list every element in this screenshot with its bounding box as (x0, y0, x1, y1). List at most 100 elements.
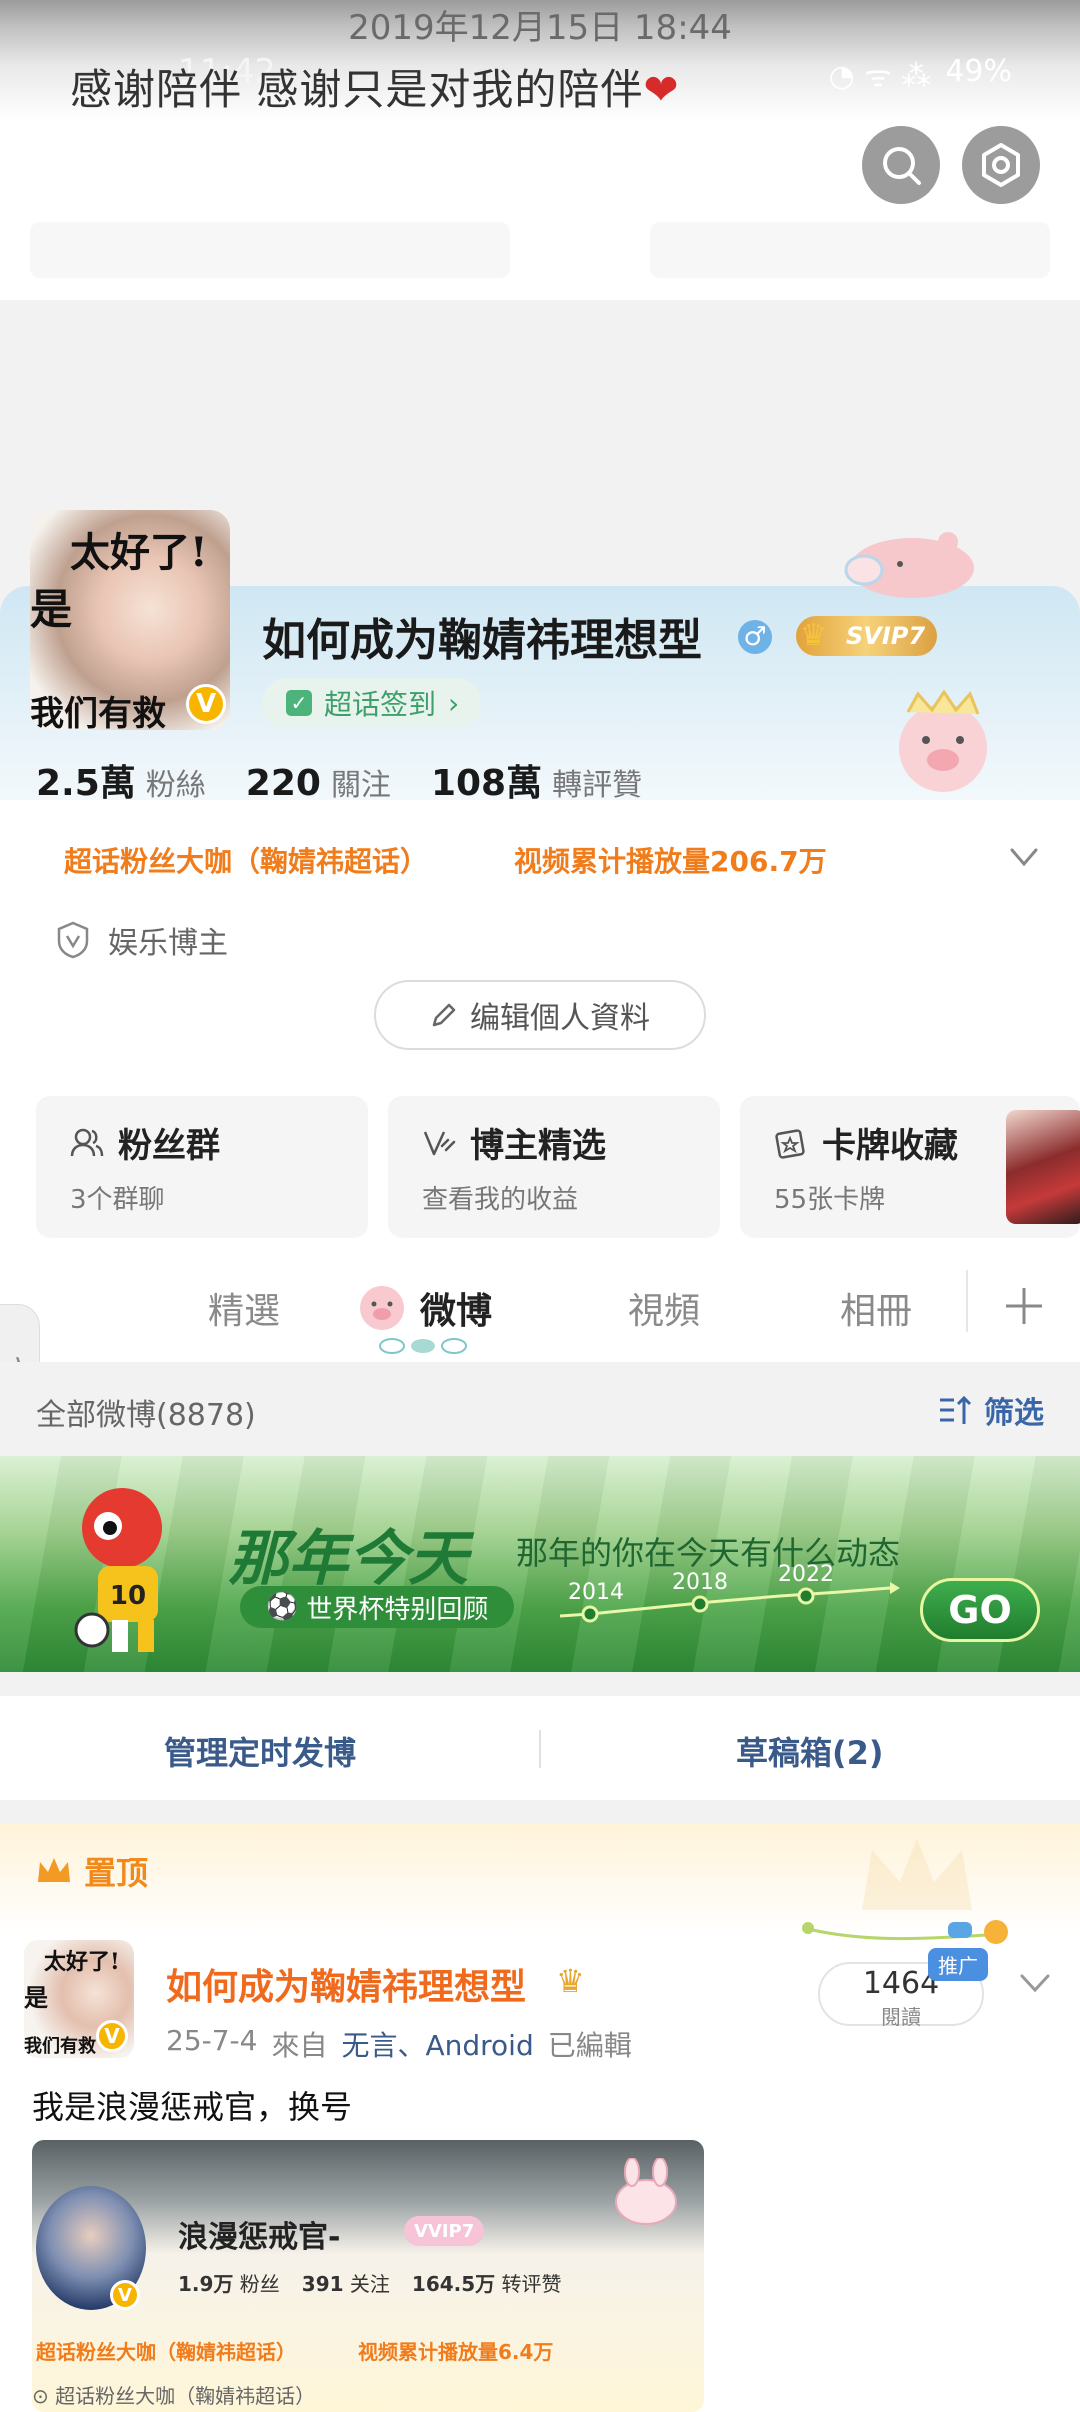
male-gender-icon: ♂ (738, 620, 772, 654)
profile-name: 如何成为鞠婧祎理想型 (262, 615, 702, 666)
verified-badge-icon: V (186, 684, 226, 724)
jersey-number: 10 (110, 1581, 146, 1611)
banner-go-button[interactable]: GO (920, 1578, 1040, 1642)
embedded-role-label: 超话粉丝大咖（鞠婧祎超话） (55, 2384, 316, 2408)
world-cup-review-pill: ⚽ 世界杯特别回顾 (240, 1586, 515, 1628)
vine-decoration-icon (802, 1920, 1008, 1944)
crown-badge-icon: ♛ (556, 1962, 585, 2000)
filter-icon (940, 1395, 972, 1424)
avatar-sticker-text: 我们有救 (30, 694, 166, 730)
card-thumbnail[interactable] (1006, 1110, 1080, 1224)
pig-sticker-icon (844, 532, 974, 598)
crown-watermark-icon (862, 1838, 972, 1910)
avatar-sticker-text: 是 (30, 585, 73, 634)
stat-following[interactable]: 220 關注 (246, 760, 391, 804)
faint-background-cards (30, 222, 1050, 282)
chevron-right-icon: › (448, 686, 460, 720)
shield-icon: ⊙ (32, 2384, 49, 2408)
stat-interactions[interactable]: 108萬 轉評贊 (431, 754, 642, 806)
fan-group-card[interactable]: 粉丝群 3个群聊 (36, 1096, 368, 1238)
back-icon[interactable] (34, 136, 84, 196)
pig-sticker-icon (899, 690, 987, 792)
scheduled-posts-button[interactable]: 管理定时发博 (164, 1728, 356, 1774)
avatar-sticker-text: 太好了! (70, 529, 208, 576)
stat-number: 108萬 (430, 763, 543, 804)
stat-label: 關注 (330, 768, 391, 803)
blogger-picks-title: 博主精选 (470, 1126, 606, 1166)
embedded-profile-card[interactable]: V 浪漫惩戒官- VVIP7 1.9万 粉丝 391 关注 164.5万 转评赞… (32, 2140, 704, 2412)
honor-tag[interactable]: 超话粉丝大咖（鞠婧祎超话） (64, 840, 428, 880)
chevron-down-icon[interactable] (1018, 1970, 1052, 1998)
stat-number: 2.5萬 (36, 763, 136, 804)
honor-tag[interactable]: 视频累计播放量206.7万 (514, 840, 827, 880)
chevron-down-icon[interactable] (1006, 842, 1042, 872)
soccer-ball-icon: ⚽ (266, 1592, 299, 1622)
checkin-label: 超话签到 (324, 688, 437, 721)
embedded-stats: 1.9万 粉丝 391 关注 164.5万 转评赞 (178, 2268, 562, 2297)
crown-icon (38, 1858, 70, 1882)
tab-divider (966, 1270, 968, 1332)
blogger-picks-card[interactable]: 博主精选 查看我的收益 (388, 1096, 720, 1238)
stat-followers[interactable]: 2.5萬 粉絲 (36, 754, 206, 806)
avatar-sticker-text: 是 (24, 1983, 48, 2012)
timeline-year: 2018 (672, 1570, 728, 1595)
avatar-sticker-text: 太好了! (44, 1949, 120, 1975)
settings-button[interactable] (962, 126, 1040, 204)
stat-label: 转评赞 (501, 2272, 562, 2296)
plus-icon[interactable] (1002, 1284, 1046, 1328)
edit-profile-label: 编辑個人資料 (470, 1001, 650, 1036)
super-topic-checkin-button[interactable]: ✓ 超话签到 › (262, 678, 482, 728)
verified-badge-icon: V (110, 2280, 140, 2310)
cloud-decoration-icon (379, 1338, 467, 1354)
stat-number: 220 (245, 763, 321, 804)
tab-albums[interactable]: 相冊 (840, 1282, 912, 1334)
signal-icon: ◔ ᯤ ⁂ (828, 59, 932, 94)
honor-tag: 视频累计播放量6.4万 (358, 2340, 554, 2364)
drafts-button[interactable]: 草稿箱(2) (736, 1728, 884, 1774)
role-label: 娱乐博主 (108, 926, 228, 961)
svip-badge[interactable]: ♛ SVIP7 (796, 616, 938, 656)
post-edited: 已編輯 (547, 2029, 632, 2062)
filter-button[interactable]: 筛选 (938, 1388, 1044, 1432)
post-source[interactable]: 无言、Android (341, 2024, 533, 2064)
timeline-year: 2014 (568, 1580, 624, 1605)
profile-stats: 2.5萬 粉絲 220 關注 108萬 轉評贊 (36, 754, 642, 806)
shield-icon (57, 921, 89, 959)
heart-icon: ❤ (643, 65, 680, 114)
tab-weibo[interactable]: 微博 (420, 1282, 492, 1334)
avatar-sticker-text: 我们有救 (24, 2036, 96, 2057)
status-bar-right: ◔ ᯤ ⁂ 49% (829, 54, 1012, 95)
comment-text: 感谢陪伴 感谢只是对我的陪伴 (70, 65, 644, 114)
people-icon (70, 1128, 104, 1156)
stat-label: 轉評贊 (552, 768, 643, 803)
profile-tabs (0, 1262, 1080, 1362)
screenshot-date: 2019年12月15日 18:44 (348, 8, 732, 48)
stat-number: 391 (301, 2272, 344, 2296)
tab-featured[interactable]: 精選 (208, 1282, 280, 1334)
timeline-year: 2022 (778, 1562, 834, 1587)
embedded-role: ⊙ 超话粉丝大咖（鞠婧祎超话） (32, 2380, 315, 2409)
banner-title: 那年今天 (228, 1524, 468, 1594)
embedded-vip-badge: VVIP7 (404, 2216, 485, 2246)
stat-label: 粉絲 (145, 768, 206, 803)
post-author-name[interactable]: 如何成为鞠婧祎理想型 (166, 1958, 526, 2010)
manage-divider (539, 1730, 541, 1768)
card-star-icon (775, 1128, 805, 1159)
card-collection-title: 卡牌收藏 (822, 1126, 958, 1166)
stat-number: 164.5万 (411, 2272, 496, 2296)
checkin-icon: ✓ (286, 690, 312, 716)
check-v-icon (423, 1130, 456, 1155)
read-label: 閱讀 (881, 2005, 921, 2029)
on-this-day-banner[interactable]: 10 那年今天 那年的你在今天有什么动态 ⚽ 世界杯特别回顾 2014 2018… (0, 1456, 1080, 1672)
tab-videos[interactable]: 視頻 (628, 1282, 700, 1334)
promote-tag[interactable]: 推广 (928, 1948, 988, 1981)
stat-label: 关注 (349, 2272, 390, 2296)
stat-number: 1.9万 (178, 2272, 234, 2296)
search-button[interactable] (862, 126, 940, 204)
pill-label: 世界杯特别回顾 (306, 1594, 489, 1625)
search-icon (883, 147, 921, 185)
edit-profile-button[interactable]: 编辑個人資料 (374, 980, 706, 1050)
post-date: 25-7-4 (166, 2024, 258, 2057)
pencil-icon (432, 1003, 456, 1027)
bunny-sticker-icon (615, 2158, 677, 2225)
